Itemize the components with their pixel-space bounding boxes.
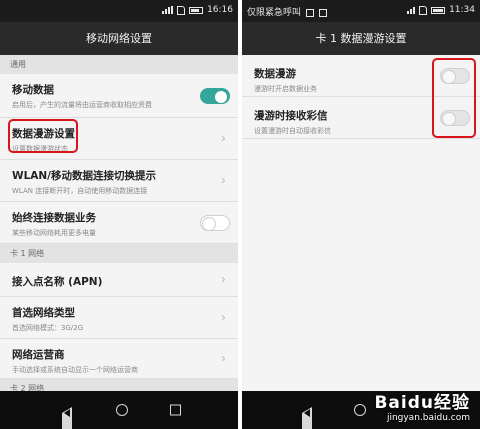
row-title: 网络运营商 [12,349,65,361]
row-subtitle: 首选网络模式：3G/2G [12,324,84,332]
recent-apps-icon[interactable] [170,404,181,416]
chevron-right-icon: › [220,173,226,188]
highlight-roaming-settings [8,119,78,153]
always-on-toggle[interactable] [200,214,230,231]
back-icon[interactable] [62,407,72,429]
watermark-url: jingyan.baidu.com [386,413,470,423]
status-bar: 仅限紧急呼叫 11:34 [242,0,480,22]
section-header-general: 通用 [0,55,238,74]
right-phone-screen: 仅限紧急呼叫 11:34 卡 1 数据漫游设置 数据漫游 漫游时开启数据业务 漫… [242,0,480,429]
chevron-right-icon: › [220,310,226,325]
navigation-bar [0,391,238,429]
preferred-network-row[interactable]: 首选网络类型 首选网络模式：3G/2G › [0,297,238,339]
network-operator-row[interactable]: 网络运营商 手动选择或系统自动显示一个网络运营商 › [0,339,238,379]
watermark: Baidu经验 jingyan.baidu.com [374,388,470,423]
row-title: 接入点名称 (APN) [12,276,103,288]
mobile-data-toggle[interactable] [200,87,230,104]
status-bar: 16:16 [0,0,238,22]
left-phone-screen: 16:16 移动网络设置 通用 移动数据 启用后，产生的流量将由运营商收取相应资… [0,0,238,429]
page-title: 移动网络设置 [0,22,238,55]
signal-icon [407,6,416,14]
always-on-data-row[interactable]: 始终连接数据业务 某些移动网络耗用更多电量 [0,202,238,244]
back-icon[interactable] [302,407,312,429]
highlight-roaming-toggles [432,58,476,138]
signal-icon [162,6,174,14]
notification-icon [318,8,327,17]
home-icon[interactable] [354,404,366,416]
chevron-right-icon: › [220,272,226,287]
mobile-data-row[interactable]: 移动数据 启用后，产生的流量将由运营商收取相应资费 [0,74,238,118]
page-title: 卡 1 数据漫游设置 [242,22,480,55]
row-title: 首选网络类型 [12,307,75,319]
apn-row[interactable]: 接入点名称 (APN) › [0,263,238,297]
home-icon[interactable] [116,404,128,416]
settings-list: 通用 移动数据 启用后，产生的流量将由运营商收取相应资费 数据漫游设置 设置数据… [0,55,238,391]
wlan-switch-row[interactable]: WLAN/移动数据连接切换提示 WLAN 连接断开时，自动使用移动数据连接 › [0,160,238,202]
section-header-card1: 卡 1 网络 [0,244,238,263]
battery-icon [189,6,204,14]
row-subtitle: 手动选择或系统自动显示一个网络运营商 [12,366,138,374]
row-title: WLAN/移动数据连接切换提示 [12,170,157,182]
watermark-logo: Baidu经验 [374,393,470,413]
sim-icon [177,5,186,15]
row-subtitle: WLAN 连接断开时，自动使用移动数据连接 [12,187,148,195]
chevron-right-icon: › [220,351,226,366]
section-header-card2: 卡 2 网络 [0,379,238,391]
chevron-right-icon: › [220,131,226,146]
status-emergency-text: 仅限紧急呼叫 [247,8,302,18]
notification-icon [305,8,314,17]
status-time: 11:34 [449,5,475,15]
sim-icon [419,5,428,15]
battery-icon [431,6,446,14]
status-time: 16:16 [207,5,233,15]
